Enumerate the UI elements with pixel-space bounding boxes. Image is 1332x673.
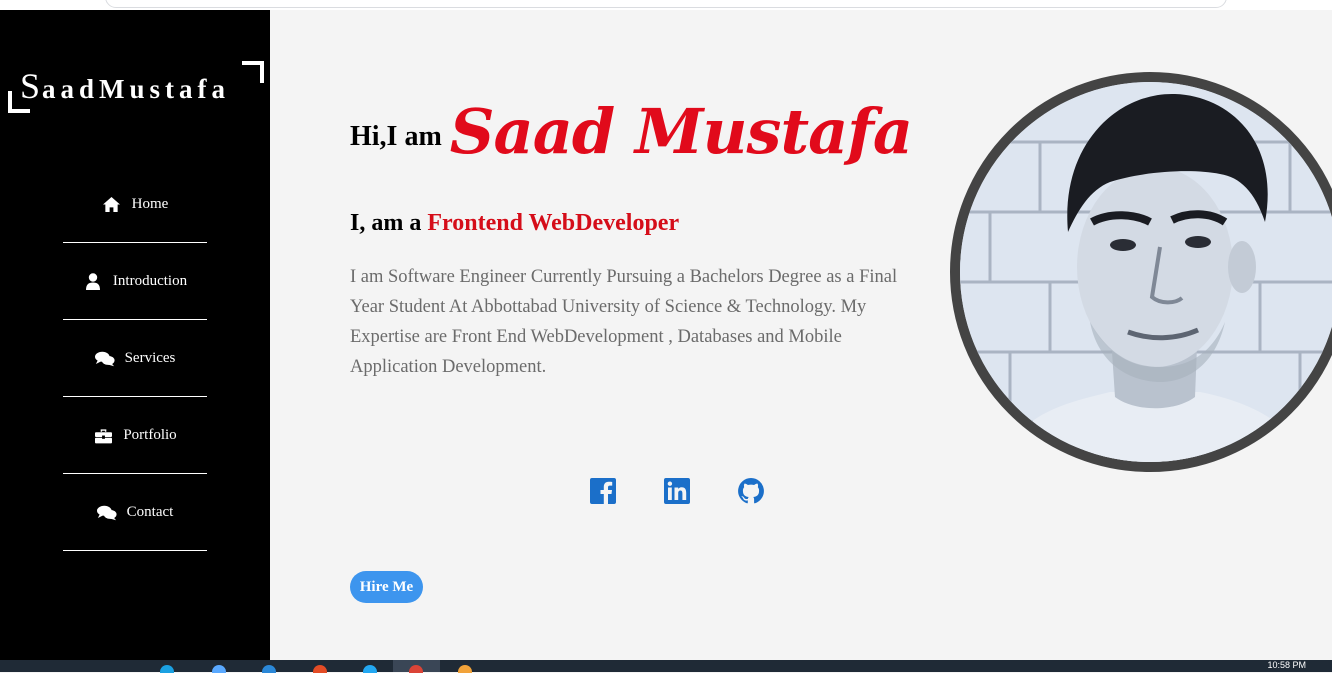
nav-item-services[interactable]: Services [63, 321, 207, 397]
linkedin-icon[interactable] [663, 477, 691, 505]
nav-item-introduction[interactable]: Introduction [63, 244, 207, 320]
address-bar[interactable] [105, 0, 1227, 8]
profile-photo [950, 72, 1332, 472]
github-icon[interactable] [737, 477, 765, 505]
hero-name: Saad Mustafa [449, 95, 913, 168]
logo-text: SaadMustafa [20, 65, 230, 107]
nav-label-contact: Contact [126, 504, 174, 520]
hero-role: Frontend WebDeveloper [427, 210, 680, 236]
logo[interactable]: SaadMustafa [8, 61, 264, 113]
subtitle-prefix: I, am a [350, 210, 422, 236]
nav-item-home[interactable]: Home [63, 167, 207, 243]
browser-top-strip [0, 0, 1332, 10]
logo-bracket-top-right [242, 61, 264, 83]
profile-photo-illustration [960, 82, 1332, 462]
comments-icon [94, 350, 115, 368]
nav-label-portfolio: Portfolio [123, 427, 177, 443]
hero-subtitle: I, am a Frontend WebDeveloper [350, 210, 679, 237]
os-taskbar: 10:58 PM [0, 660, 1332, 673]
comments-icon [96, 504, 117, 522]
hero-greeting: Hi,I am [350, 121, 442, 152]
nav-item-contact[interactable]: Contact [63, 475, 207, 551]
logo-rest: aadMustafa [42, 74, 231, 104]
facebook-icon[interactable] [589, 477, 617, 505]
social-links [589, 477, 765, 505]
nav-label-home: Home [131, 196, 169, 212]
sidebar: SaadMustafa Home Introduction Services P… [0, 10, 270, 660]
logo-initial: S [20, 66, 43, 106]
user-icon [83, 273, 103, 291]
sidebar-nav: Home Introduction Services Portfolio Con… [63, 167, 207, 552]
taskbar-clock[interactable]: 10:58 PM [1267, 660, 1306, 670]
nav-label-services: Services [124, 350, 176, 366]
nav-label-introduction: Introduction [112, 273, 188, 289]
home-icon [102, 196, 122, 214]
briefcase-icon [93, 427, 113, 445]
nav-item-portfolio[interactable]: Portfolio [63, 398, 207, 474]
hero-title: Hi,I am Saad Mustafa [350, 95, 913, 168]
hire-me-button[interactable]: Hire Me [350, 571, 423, 603]
hero-bio: I am Software Engineer Currently Pursuin… [350, 267, 898, 377]
